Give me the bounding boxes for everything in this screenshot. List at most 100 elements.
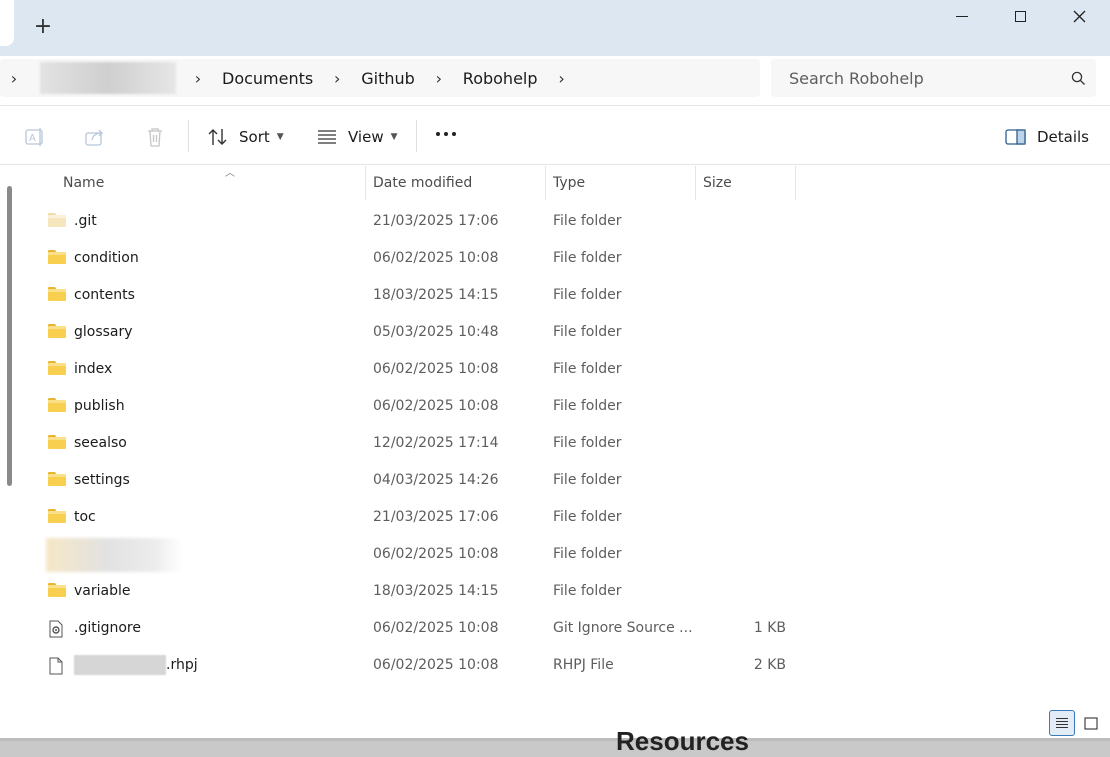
view-button[interactable]: View ▼ [316, 124, 398, 150]
breadcrumb-chevron-icon[interactable]: › [323, 69, 351, 88]
file-row[interactable]: seealso 12/02/2025 17:14 File folder [20, 425, 800, 462]
file-size [710, 388, 786, 425]
address-row: › › Documents › Github › Robohelp › Sear… [0, 56, 1110, 106]
column-header-row: ︿ Name Date modified Type Size [20, 166, 800, 200]
file-name: toc [74, 509, 96, 525]
folder-icon [48, 361, 68, 378]
column-divider[interactable] [795, 166, 796, 200]
file-size [710, 351, 786, 388]
breadcrumb-chevron-icon[interactable]: › [548, 69, 576, 88]
file-name: settings [74, 472, 130, 488]
active-tab[interactable] [0, 0, 14, 46]
settings-file-icon [48, 620, 68, 638]
folder-icon [48, 435, 68, 452]
file-type: File folder [553, 324, 622, 340]
more-options-icon[interactable] [436, 132, 456, 136]
command-bar: A Sort ▼ View ▼ Details [0, 107, 1110, 165]
close-button[interactable] [1050, 0, 1108, 32]
maximize-icon [1014, 10, 1026, 22]
tiles-view-icon [1084, 716, 1098, 730]
breadcrumb-github[interactable]: Github [351, 69, 425, 88]
details-view-toggle[interactable] [1049, 710, 1075, 736]
breadcrumb-chevron-icon[interactable]: › [425, 69, 453, 88]
rename-icon[interactable]: A [23, 125, 47, 149]
file-row[interactable]: .rhpj 06/02/2025 10:08 RHPJ File 2 KB [20, 647, 800, 684]
details-button[interactable]: Details [1005, 124, 1089, 150]
file-row[interactable]: .gitignore 06/02/2025 10:08 Git Ignore S… [20, 610, 800, 647]
file-size [710, 277, 786, 314]
column-header-type[interactable]: Type [545, 166, 695, 200]
redacted-crumb[interactable] [40, 62, 176, 94]
breadcrumb-robohelp[interactable]: Robohelp [453, 69, 548, 88]
file-date: 06/02/2025 10:08 [373, 250, 499, 266]
search-icon[interactable] [1060, 71, 1096, 86]
file-row[interactable]: variable 18/03/2025 14:15 File folder [20, 573, 800, 610]
search-box[interactable]: Search Robohelp [771, 59, 1096, 97]
folder-icon [48, 472, 68, 489]
file-row[interactable]: 06/02/2025 10:08 File folder [20, 536, 800, 573]
file-date: 21/03/2025 17:06 [373, 509, 499, 525]
file-date: 06/02/2025 10:08 [373, 620, 499, 636]
file-size [710, 314, 786, 351]
minimize-button[interactable] [933, 0, 991, 32]
file-type: File folder [553, 398, 622, 414]
file-name: .git [74, 213, 97, 229]
chevron-down-icon: ▼ [276, 132, 284, 142]
toolbar-divider [416, 120, 417, 152]
search-input[interactable]: Search Robohelp [789, 69, 1060, 88]
breadcrumb-chevron-icon[interactable]: › [184, 69, 212, 88]
view-label: View [348, 128, 384, 146]
column-header-name[interactable]: Name [55, 166, 365, 200]
breadcrumb-documents[interactable]: Documents [212, 69, 323, 88]
file-date: 06/02/2025 10:08 [373, 361, 499, 377]
column-header-date-modified[interactable]: Date modified [365, 166, 545, 200]
new-tab-button[interactable]: + [30, 14, 56, 40]
sort-icon [208, 129, 227, 145]
share-icon[interactable] [83, 125, 107, 149]
file-name: publish [74, 398, 125, 414]
sort-label: Sort [239, 128, 270, 146]
view-icon [318, 130, 336, 144]
file-size [710, 536, 786, 573]
file-size [710, 240, 786, 277]
file-type: File folder [553, 213, 622, 229]
file-size [710, 462, 786, 499]
folder-icon [48, 287, 68, 304]
breadcrumb[interactable]: › › Documents › Github › Robohelp › [0, 59, 760, 97]
details-label: Details [1037, 128, 1090, 146]
file-size: 1 KB [753, 620, 786, 636]
file-size [710, 203, 786, 240]
details-pane-icon [1005, 129, 1026, 145]
maximize-button[interactable] [991, 0, 1049, 32]
background-peek-text: Resources [616, 726, 749, 756]
file-row[interactable]: contents 18/03/2025 14:15 File folder [20, 277, 800, 314]
folder-icon [48, 250, 68, 267]
file-type: RHPJ File [553, 657, 614, 673]
tiles-view-toggle[interactable] [1078, 710, 1104, 736]
delete-icon[interactable] [143, 125, 167, 149]
file-type: File folder [553, 435, 622, 451]
file-name: seealso [74, 435, 127, 451]
file-size: 2 KB [753, 657, 786, 673]
file-row[interactable]: settings 04/03/2025 14:26 File folder [20, 462, 800, 499]
file-type: File folder [553, 583, 622, 599]
vertical-scrollbar[interactable] [7, 186, 12, 486]
folder-icon [48, 324, 68, 341]
details-view-icon [1056, 717, 1068, 729]
file-row[interactable]: .git 21/03/2025 17:06 File folder [20, 203, 800, 240]
file-row[interactable]: index 06/02/2025 10:08 File folder [20, 351, 800, 388]
file-row[interactable]: condition 06/02/2025 10:08 File folder [20, 240, 800, 277]
status-bar [0, 706, 1110, 738]
chevron-down-icon: ▼ [390, 132, 398, 142]
sort-button[interactable]: Sort ▼ [207, 124, 284, 150]
file-row[interactable]: glossary 05/03/2025 10:48 File folder [20, 314, 800, 351]
svg-text:A: A [29, 133, 36, 144]
file-date: 06/02/2025 10:08 [373, 546, 499, 562]
breadcrumb-chevron-icon[interactable]: › [0, 69, 28, 88]
close-icon [1073, 10, 1085, 22]
column-header-size[interactable]: Size [695, 166, 795, 200]
file-row[interactable]: publish 06/02/2025 10:08 File folder [20, 388, 800, 425]
file-date: 21/03/2025 17:06 [373, 213, 499, 229]
file-size [710, 425, 786, 462]
file-row[interactable]: toc 21/03/2025 17:06 File folder [20, 499, 800, 536]
